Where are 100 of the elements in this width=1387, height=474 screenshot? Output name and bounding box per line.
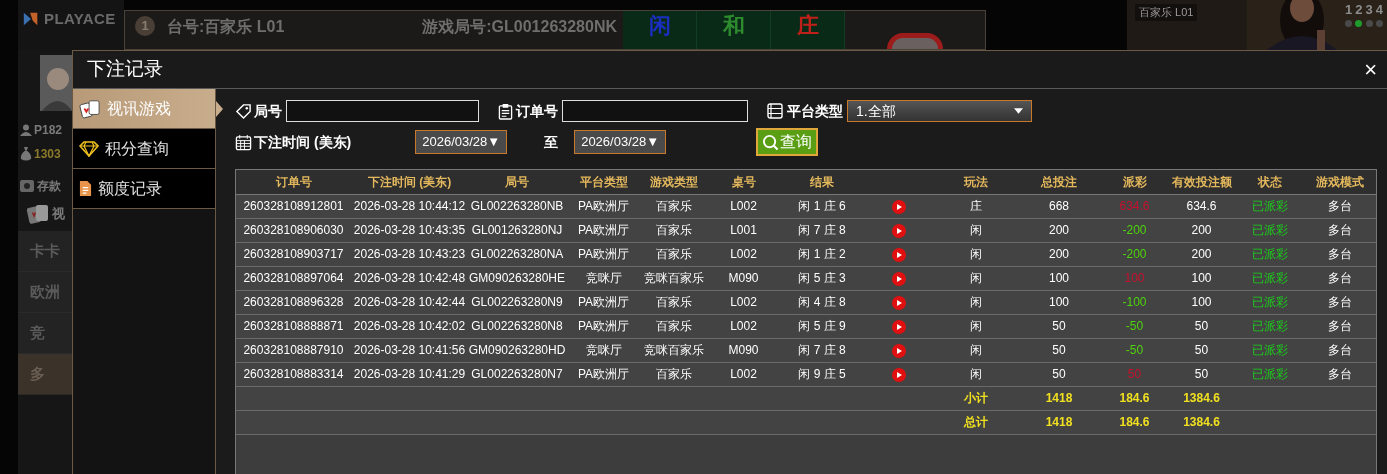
table-cell: 50	[1168, 338, 1235, 362]
table-cell: 闲	[934, 362, 1017, 386]
table-cell: 100	[1017, 266, 1101, 290]
table-cell: 百家乐	[641, 314, 706, 338]
table-cell: 634.6	[1168, 194, 1235, 218]
table-cell: 百家乐	[641, 290, 706, 314]
input-field[interactable]	[286, 100, 479, 122]
table-cell: 2026-03-28 10:42:02	[351, 314, 468, 338]
table-cell: 50	[1168, 314, 1235, 338]
table-cell: 闲 1 庄 6	[781, 194, 863, 218]
table-cell: 260328108903717	[236, 242, 351, 266]
table-cell: 百家乐	[641, 362, 706, 386]
table-cell: 多台	[1304, 290, 1376, 314]
menu-item[interactable]: 额度记录	[73, 169, 215, 209]
table-cell: 50	[1017, 314, 1101, 338]
table-cell: 已派彩	[1235, 194, 1304, 218]
table-cell: 100	[1101, 266, 1168, 290]
table-cell: 闲	[934, 290, 1017, 314]
menu-item[interactable]: 视讯游戏	[73, 89, 215, 129]
date-dropdown[interactable]: 2026/03/28▼	[574, 130, 667, 154]
dialog-title: 下注记录	[87, 57, 163, 82]
table-cell: 2026-03-28 10:41:56	[351, 338, 468, 362]
table-cell: 1384.6	[1168, 410, 1235, 434]
table-cell: 2026-03-28 10:43:35	[351, 218, 468, 242]
clipboard-icon	[498, 102, 513, 120]
seat-number[interactable]: 4	[1375, 2, 1383, 18]
close-button[interactable]: ×	[1364, 58, 1377, 81]
table-cell: PA欧洲厅	[566, 314, 641, 338]
table-cell: GL001263280NJ	[468, 218, 566, 242]
play-icon[interactable]	[891, 319, 906, 334]
table-cell: 1418	[1017, 386, 1101, 410]
play-icon[interactable]	[891, 295, 906, 310]
table-cell: 200	[1168, 218, 1235, 242]
table-cell: M090	[706, 266, 781, 290]
seat-number[interactable]: 1	[1345, 2, 1353, 18]
table-cell: 634.6	[1101, 194, 1168, 218]
table-cell: PA欧洲厅	[566, 362, 641, 386]
table-cell: 200	[1017, 218, 1101, 242]
table-cell: GM090263280HD	[468, 338, 566, 362]
table-cell: PA欧洲厅	[566, 194, 641, 218]
field-label: 局号	[254, 101, 282, 121]
logo-icon	[22, 10, 40, 28]
user-icon	[20, 124, 32, 136]
table-cell: 多台	[1304, 194, 1376, 218]
table-cell: 多台	[1304, 266, 1376, 290]
table-cell: 100	[1017, 290, 1101, 314]
table-cell: 2026-03-28 10:42:44	[351, 290, 468, 314]
column-header: 订单号	[236, 170, 351, 194]
play-icon[interactable]	[891, 343, 906, 358]
player-id: P182	[34, 122, 63, 139]
caret-icon	[1014, 108, 1023, 114]
table-cell: 260328108887910	[236, 338, 351, 362]
menu-item[interactable]: 积分查询	[73, 129, 215, 169]
deposit-link[interactable]: 存款	[37, 177, 61, 195]
table-cell: 闲 7 庄 8	[781, 218, 863, 242]
game-link[interactable]: 视	[52, 204, 65, 224]
table-cell: L002	[706, 362, 781, 386]
table-cell: 多台	[1304, 362, 1376, 386]
table-cell: -200	[1101, 218, 1168, 242]
input-field[interactable]	[562, 100, 748, 122]
column-header: 有效投注额	[1168, 170, 1235, 194]
play-icon[interactable]	[891, 367, 906, 382]
play-icon[interactable]	[891, 247, 906, 262]
table-cell: 庄	[934, 194, 1017, 218]
column-header: 下注时间 (美东)	[351, 170, 468, 194]
table-cell: 260328108912801	[236, 194, 351, 218]
field-label: 平台类型	[787, 101, 843, 121]
table-cell: -200	[1101, 242, 1168, 266]
table-cell: 闲 4 庄 8	[781, 290, 863, 314]
seat-number[interactable]: 3	[1365, 2, 1373, 18]
play-icon[interactable]	[891, 271, 906, 286]
table-cell: 100	[1168, 266, 1235, 290]
table-cell: 闲	[934, 218, 1017, 242]
table-cell: 200	[1168, 242, 1235, 266]
table-cell: 百家乐	[641, 194, 706, 218]
table-cell: 184.6	[1101, 386, 1168, 410]
play-icon[interactable]	[891, 199, 906, 214]
table-cell: 已派彩	[1235, 314, 1304, 338]
table-cell: 100	[1168, 290, 1235, 314]
platform-dropdown[interactable]: 1.全部	[847, 100, 1032, 122]
seat-number[interactable]: 2	[1355, 2, 1363, 18]
round-label: 游戏局号:GL001263280NK	[422, 17, 617, 37]
date-dropdown[interactable]: 2026/03/28▼	[415, 130, 508, 154]
table-number-badge: 1	[135, 16, 155, 36]
table-cell: 50	[1017, 362, 1101, 386]
table-cell: 260328108896328	[236, 290, 351, 314]
table-cell: 已派彩	[1235, 290, 1304, 314]
table-cell: 200	[1017, 242, 1101, 266]
bet-tile[interactable]: 和	[697, 11, 771, 49]
calendar-icon	[235, 133, 252, 151]
bet-tile[interactable]: 庄	[771, 11, 845, 49]
query-button[interactable]: 查询	[756, 128, 819, 156]
table-cell: 1384.6	[1168, 386, 1235, 410]
selection-arrow-icon	[216, 101, 223, 117]
table-cell: 260328108883314	[236, 362, 351, 386]
table-cell: 2026-03-28 10:43:23	[351, 242, 468, 266]
play-icon[interactable]	[891, 223, 906, 238]
table-cell: PA欧洲厅	[566, 218, 641, 242]
table-cell: 闲 7 庄 8	[781, 338, 863, 362]
table-cell: 260328108897064	[236, 266, 351, 290]
